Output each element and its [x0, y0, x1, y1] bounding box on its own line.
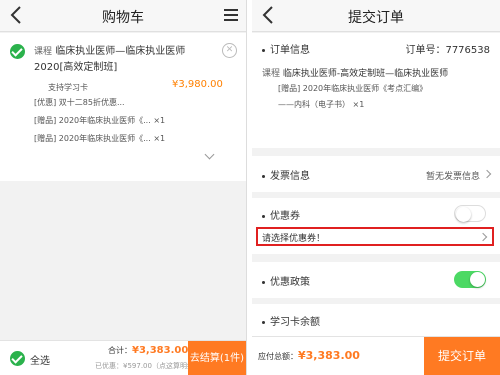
order-course: 课程 临床执业医师-高效定制班—临床执业医师 — [262, 66, 448, 79]
gift-line-cont: ——内科（电子书） ×1 — [278, 100, 365, 109]
policy-row: 优惠政策 — [252, 262, 500, 298]
course-tag: 课程 — [262, 69, 281, 79]
select-all-label[interactable]: 全选 — [30, 352, 50, 367]
promo-line: [优惠] 双十二85折优惠... — [34, 98, 125, 107]
invoice-label: 发票信息 — [262, 167, 310, 182]
check-icon[interactable] — [10, 44, 25, 59]
order-info-label: 订单信息 — [262, 41, 310, 56]
coupon-select-text: 请选择优惠券！ — [262, 234, 326, 244]
study-card-row: 学习卡余额 — [252, 304, 500, 340]
order-screen: 提交订单 订单信息 订单号：7776538 课程 临床执业医师-高效定制班—临床… — [252, 0, 500, 375]
order-title: 提交订单 — [348, 10, 404, 26]
cart-title: 购物车 — [102, 10, 144, 26]
order-number: 订单号：7776538 — [405, 45, 490, 56]
chevron-right-icon — [478, 232, 488, 242]
cart-item: 课程 临床执业医师—临床执业医师2020[高效定制班] ✕ 支持学习卡 ¥3,9… — [0, 33, 246, 181]
coupon-label: 优惠券 — [262, 207, 300, 222]
order-info-section: 订单信息 订单号：7776538 课程 临床执业医师-高效定制班—临床执业医师 … — [252, 33, 500, 148]
total-label: 合计： — [108, 346, 132, 355]
chevron-down-icon[interactable] — [204, 149, 215, 160]
course-title-block: 课程 临床执业医师—临床执业医师2020[高效定制班] — [34, 44, 220, 75]
support-card-note: 支持学习卡 — [48, 83, 88, 92]
item-price: ¥3,980.00 — [172, 79, 223, 90]
coupon-section: 优惠券 请选择优惠券！ — [252, 198, 500, 254]
gift-line: [赠品] 2020年临床执业医师《... ×1 — [34, 116, 166, 125]
course-title: 临床执业医师-高效定制班—临床执业医师 — [282, 69, 449, 79]
total-amount: ¥3,383.00 — [132, 345, 189, 356]
cart-header: 购物车 — [0, 0, 246, 32]
payable-label: 应付总额： — [258, 352, 298, 361]
gift-line: [赠品] 2020年临床执业医师《考点汇编》 — [278, 84, 428, 93]
check-icon[interactable] — [10, 351, 25, 366]
checkout-button[interactable]: 去结算(1件) — [188, 341, 246, 375]
coupon-toggle[interactable] — [454, 205, 486, 222]
discount-note[interactable]: 已优惠：¥597.00（点这算明细） — [95, 361, 201, 371]
coupon-select-row[interactable]: 请选择优惠券！ — [256, 227, 494, 246]
course-title[interactable]: 临床执业医师—临床执业医师2020[高效定制班] — [34, 46, 185, 73]
course-tag: 课程 — [34, 47, 53, 57]
chevron-right-icon[interactable] — [482, 169, 492, 179]
cart-screen: 购物车 课程 临床执业医师—临床执业医师2020[高效定制班] ✕ 支持学习卡 … — [0, 0, 247, 375]
order-header: 提交订单 — [252, 0, 500, 32]
gift-line: [赠品] 2020年临床执业医师《... ×1 — [34, 134, 166, 143]
total-row: 合计：¥3,383.00 — [108, 345, 188, 356]
close-circle-icon[interactable]: ✕ — [222, 43, 237, 58]
submit-order-button[interactable]: 提交订单 — [424, 337, 500, 375]
policy-toggle[interactable] — [454, 271, 486, 288]
payable-row: 应付总额：¥3,383.00 — [258, 349, 360, 362]
cart-bottom-bar: 全选 合计：¥3,383.00 已优惠：¥597.00（点这算明细） 去结算(1… — [0, 340, 246, 375]
invoice-value: 暂无发票信息 — [425, 172, 480, 182]
invoice-row[interactable]: 发票信息 暂无发票信息 — [252, 156, 500, 192]
policy-label: 优惠政策 — [262, 273, 310, 288]
order-bottom-bar: 应付总额：¥3,383.00 提交订单 — [252, 336, 500, 375]
study-card-label: 学习卡余额 — [262, 313, 320, 328]
menu-icon[interactable] — [224, 9, 238, 21]
payable-amount: ¥3,383.00 — [298, 349, 360, 362]
